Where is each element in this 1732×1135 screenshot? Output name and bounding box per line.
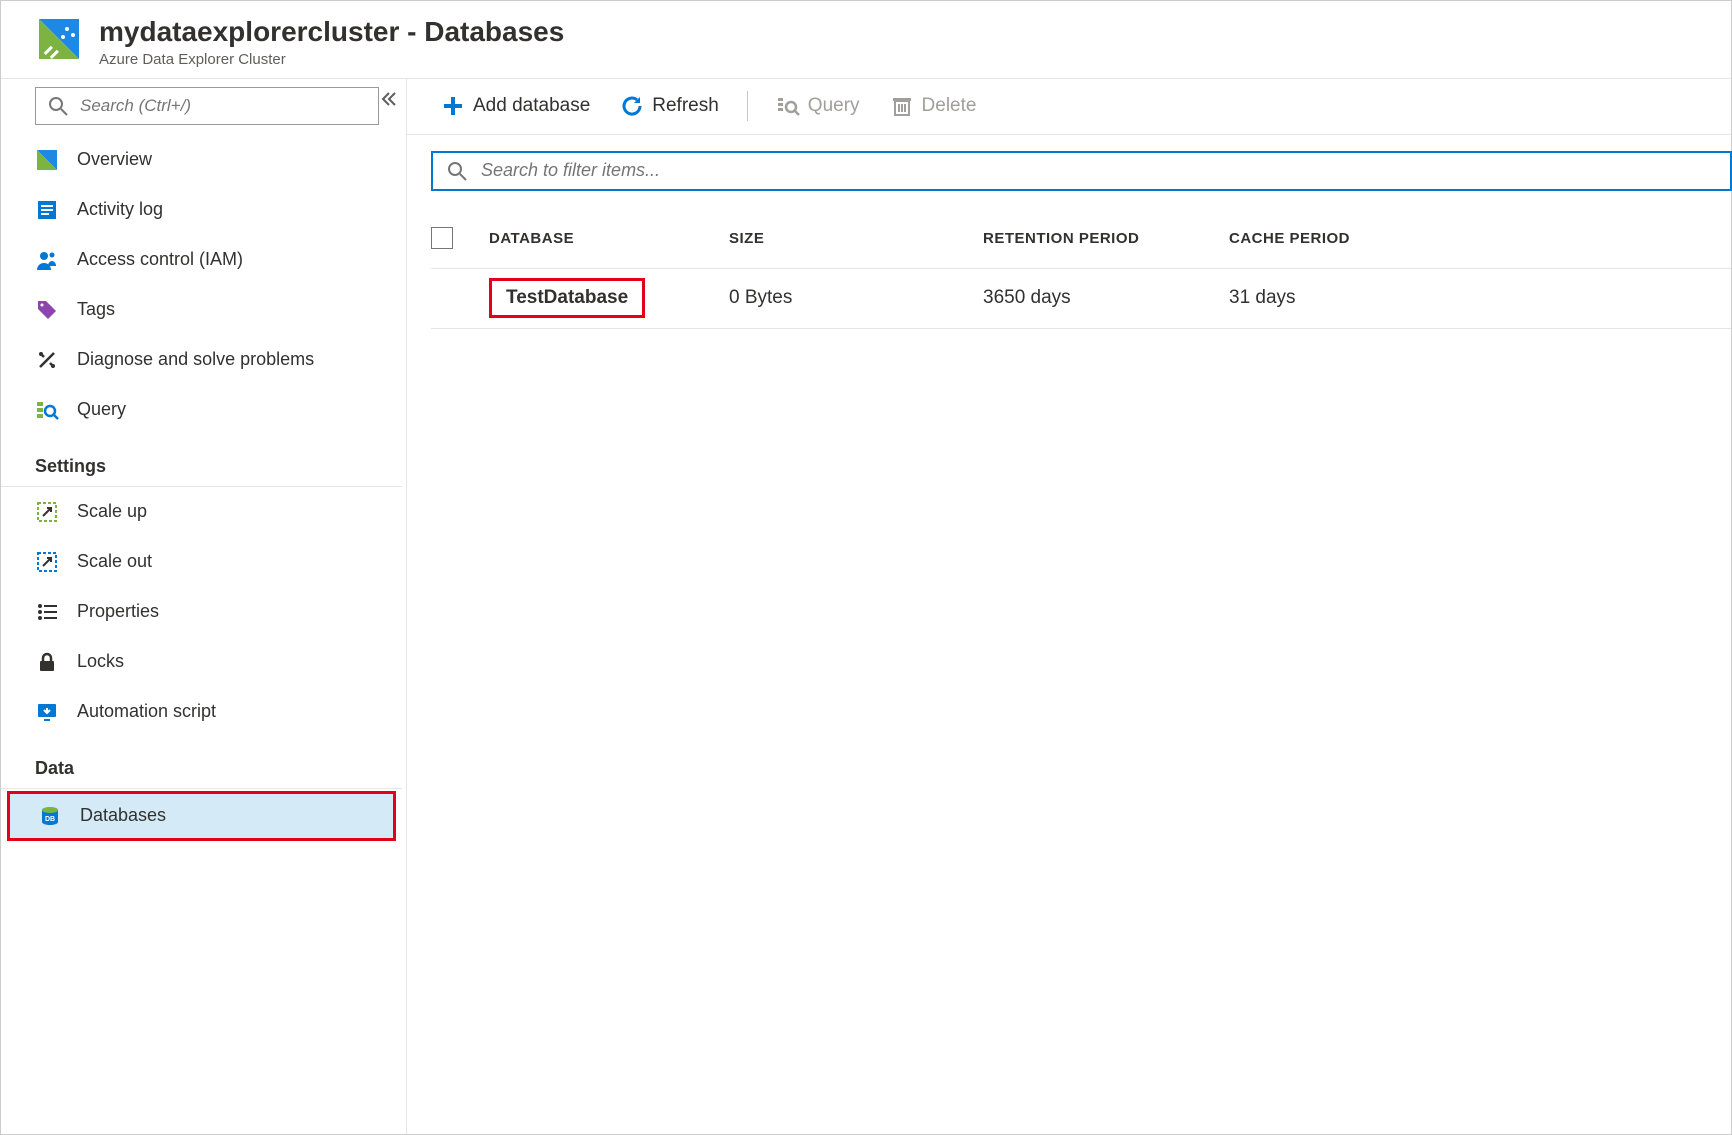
sidebar-item-query[interactable]: Query <box>1 385 402 435</box>
scale-up-icon <box>35 500 59 524</box>
select-all-checkbox[interactable] <box>431 227 453 249</box>
sidebar-section-data: Data <box>1 749 402 789</box>
sidebar-item-activity-log[interactable]: Activity log <box>1 185 402 235</box>
sidebar-item-label: Scale out <box>77 551 152 572</box>
query-icon <box>35 398 59 422</box>
sidebar-search[interactable] <box>35 87 379 125</box>
filter-search-input[interactable] <box>481 160 1718 181</box>
sidebar-item-label: Automation script <box>77 701 216 722</box>
properties-icon <box>35 600 59 624</box>
databases-icon: DB <box>38 804 62 828</box>
sidebar-item-label: Access control (IAM) <box>77 249 243 270</box>
activity-log-icon <box>35 198 59 222</box>
sidebar-item-scale-up[interactable]: Scale up <box>1 487 402 537</box>
cluster-icon <box>35 15 83 63</box>
sidebar-item-label: Properties <box>77 601 159 622</box>
add-icon <box>441 94 465 118</box>
sidebar-item-label: Databases <box>80 805 166 826</box>
button-label: Query <box>808 95 860 117</box>
databases-table: DATABASE SIZE RETENTION PERIOD CACHE PER… <box>431 209 1731 329</box>
sidebar-item-label: Scale up <box>77 501 147 522</box>
svg-text:DB: DB <box>45 816 55 823</box>
column-database[interactable]: DATABASE <box>489 230 729 247</box>
sidebar-collapse-button[interactable] <box>376 87 400 111</box>
add-database-button[interactable]: Add database <box>431 86 600 126</box>
button-label: Refresh <box>652 95 719 117</box>
sidebar-item-label: Overview <box>77 149 152 170</box>
search-icon <box>46 94 70 118</box>
page-subtitle: Azure Data Explorer Cluster <box>99 51 564 68</box>
diagnose-icon <box>35 348 59 372</box>
search-icon <box>445 159 469 183</box>
column-cache[interactable]: CACHE PERIOD <box>1229 230 1731 247</box>
page-title: mydataexplorercluster - Databases <box>99 15 564 49</box>
database-name-link[interactable]: TestDatabase <box>489 278 645 318</box>
button-label: Delete <box>922 95 977 117</box>
sidebar-item-label: Activity log <box>77 199 163 220</box>
cell-size: 0 Bytes <box>729 287 983 309</box>
filter-search[interactable] <box>431 151 1732 191</box>
sidebar-item-label: Tags <box>77 299 115 320</box>
sidebar-section-settings: Settings <box>1 447 402 487</box>
refresh-icon <box>620 94 644 118</box>
sidebar-item-diagnose[interactable]: Diagnose and solve problems <box>1 335 402 385</box>
table-row[interactable]: TestDatabase 0 Bytes 3650 days 31 days <box>431 269 1731 329</box>
sidebar-item-locks[interactable]: Locks <box>1 637 402 687</box>
tags-icon <box>35 298 59 322</box>
table-header: DATABASE SIZE RETENTION PERIOD CACHE PER… <box>431 209 1731 269</box>
sidebar-nav[interactable]: Overview Activity log Access control (IA… <box>1 135 406 1134</box>
sidebar-item-access-control[interactable]: Access control (IAM) <box>1 235 402 285</box>
button-label: Add database <box>473 95 590 117</box>
sidebar-item-label: Diagnose and solve problems <box>77 349 314 370</box>
sidebar-item-label: Query <box>77 399 126 420</box>
column-size[interactable]: SIZE <box>729 230 983 247</box>
sidebar-item-tags[interactable]: Tags <box>1 285 402 335</box>
delete-button: Delete <box>880 86 987 126</box>
sidebar-item-label: Locks <box>77 651 124 672</box>
cell-retention: 3650 days <box>983 287 1229 309</box>
locks-icon <box>35 650 59 674</box>
main-content: Add database Refresh Query <box>407 79 1731 1134</box>
scale-out-icon <box>35 550 59 574</box>
toolbar: Add database Refresh Query <box>407 79 1731 135</box>
column-retention[interactable]: RETENTION PERIOD <box>983 230 1229 247</box>
query-button: Query <box>766 86 870 126</box>
delete-icon <box>890 94 914 118</box>
automation-icon <box>35 700 59 724</box>
sidebar-item-scale-out[interactable]: Scale out <box>1 537 402 587</box>
refresh-button[interactable]: Refresh <box>610 86 729 126</box>
sidebar-item-overview[interactable]: Overview <box>1 135 402 185</box>
sidebar: Overview Activity log Access control (IA… <box>1 79 407 1134</box>
cell-cache: 31 days <box>1229 287 1731 309</box>
access-control-icon <box>35 248 59 272</box>
query-icon <box>776 94 800 118</box>
cluster-icon <box>35 148 59 172</box>
sidebar-item-databases[interactable]: DB Databases <box>7 791 396 841</box>
page-header: mydataexplorercluster - Databases Azure … <box>1 1 1731 79</box>
toolbar-separator <box>747 91 748 121</box>
sidebar-item-properties[interactable]: Properties <box>1 587 402 637</box>
sidebar-search-input[interactable] <box>80 96 368 116</box>
sidebar-item-automation-script[interactable]: Automation script <box>1 687 402 737</box>
